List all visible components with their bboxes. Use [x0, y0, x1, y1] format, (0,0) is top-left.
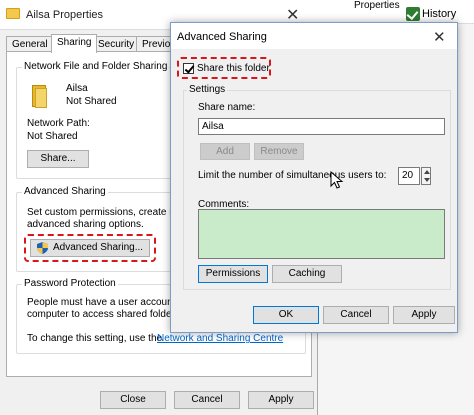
settings-group-label: Settings [187, 84, 228, 95]
window-title: Ailsa Properties [26, 9, 104, 21]
share-name-input[interactable]: Ailsa [198, 118, 445, 135]
permissions-button[interactable]: Permissions [198, 265, 268, 283]
network-sharing-centre-link[interactable]: Network and Sharing Centre [157, 333, 283, 344]
folder-share-state: Not Shared [66, 96, 117, 107]
ok-button[interactable]: OK [253, 306, 319, 324]
tab-sharing[interactable]: Sharing [51, 34, 98, 53]
advanced-sharing-titlebar: Advanced Sharing ✕ [171, 23, 457, 49]
apply-button[interactable]: Apply [393, 306, 455, 324]
folder-name: Ailsa [66, 83, 88, 94]
stepper-down-icon[interactable] [424, 178, 430, 182]
stepper-up-icon[interactable] [424, 170, 430, 174]
password-description-line3: To change this setting, use the [27, 333, 163, 344]
comments-input[interactable] [198, 209, 445, 259]
advanced-sharing-description-line1: Set custom permissions, create mu [27, 207, 184, 218]
tab-security[interactable]: Security [92, 36, 141, 52]
history-ribbon-button[interactable]: History [422, 8, 456, 20]
advanced-sharing-button[interactable]: Advanced Sharing... [30, 239, 150, 257]
password-protection-group-label: Password Protection [22, 278, 118, 289]
cancel-button[interactable]: Cancel [323, 306, 389, 324]
advanced-sharing-dialog: Advanced Sharing ✕ Share this folder Set… [170, 22, 458, 333]
network-path-value: Not Shared [27, 131, 78, 142]
share-this-folder-label[interactable]: Share this folder [197, 63, 270, 74]
uac-shield-icon [37, 242, 48, 254]
share-button[interactable]: Share... [27, 150, 89, 168]
properties-ribbon-label[interactable]: Properties [354, 0, 400, 11]
network-path-label: Network Path: [27, 118, 90, 129]
mouse-pointer-icon [330, 171, 344, 189]
shared-folder-icon [32, 85, 48, 109]
folder-icon [6, 8, 20, 19]
share-this-folder-checkbox[interactable] [183, 63, 194, 74]
share-name-label: Share name: [198, 102, 256, 113]
advanced-sharing-group-label: Advanced Sharing [22, 186, 108, 197]
user-limit-input[interactable]: 20 [398, 167, 420, 185]
history-icon [406, 7, 420, 21]
advanced-sharing-button-label: Advanced Sharing... [53, 242, 144, 253]
properties-close-button[interactable]: Close [100, 391, 166, 409]
properties-cancel-button[interactable]: Cancel [174, 391, 240, 409]
caching-button[interactable]: Caching [272, 265, 342, 283]
advanced-sharing-description-line2: advanced sharing options. [27, 219, 144, 230]
close-icon[interactable]: ✕ [433, 28, 446, 46]
user-limit-label: Limit the number of simultaneous users t… [198, 170, 387, 181]
user-limit-stepper[interactable] [421, 167, 431, 185]
network-sharing-group-label: Network File and Folder Sharing [22, 61, 170, 72]
advanced-sharing-title: Advanced Sharing [177, 31, 267, 43]
add-share-button[interactable]: Add [200, 143, 250, 160]
password-description-line2: computer to access shared folders. [27, 309, 183, 320]
remove-share-button[interactable]: Remove [254, 143, 304, 160]
properties-apply-button[interactable]: Apply [248, 391, 314, 409]
password-description-line1: People must have a user account a [27, 297, 184, 308]
tab-general[interactable]: General [6, 36, 54, 52]
